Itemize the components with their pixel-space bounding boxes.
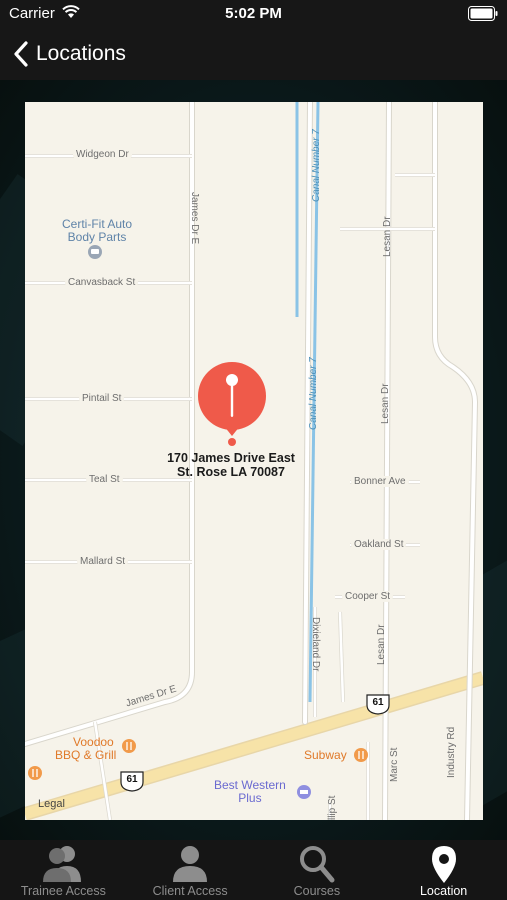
location-pin-icon [431, 846, 456, 883]
pin-address-line1: 170 James Drive East [167, 451, 295, 465]
tab-bar: Trainee Access Client Access Courses Loc… [0, 840, 507, 900]
user-icon [173, 846, 208, 882]
tab-trainee-access-label: Trainee Access [20, 884, 106, 898]
highway-61-number: 61 [372, 697, 384, 708]
street-label-teal: Teal St [86, 474, 123, 485]
chevron-left-icon [14, 41, 28, 67]
status-bar: Carrier 5:02 PM [0, 0, 507, 28]
poi-subway[interactable]: Subway [304, 749, 347, 762]
street-label-mallard: Mallard St [77, 556, 129, 567]
tab-location[interactable]: Location [380, 840, 507, 900]
street-label-lesan-top: Lesan Dr [382, 216, 393, 257]
street-label-james-vertical: James Dr E [189, 192, 200, 245]
street-label-lesan-bottom: Lesan Dr [376, 624, 387, 665]
users-icon [43, 846, 82, 882]
navigation-bar: Locations [0, 28, 507, 80]
restaurant-icon [122, 739, 136, 753]
street-label-canvasback: Canvasback St [65, 277, 139, 288]
poi-certifit[interactable]: Certi-Fit Auto Body Parts [52, 218, 142, 244]
map-view[interactable]: Widgeon Dr Canvasback St Pintail St Teal… [25, 102, 483, 820]
street-label-industry: Industry Rd [446, 726, 457, 778]
restaurant-icon [28, 766, 42, 780]
canal-label-top: Canal Number 7 [311, 129, 322, 202]
back-button[interactable]: Locations [12, 38, 126, 70]
legal-link[interactable]: Legal [38, 798, 65, 810]
street-label-cooper: Cooper St [342, 591, 394, 602]
street-label-pintail: Pintail St [79, 393, 125, 404]
street-label-widgeon: Widgeon Dr [73, 149, 132, 160]
highway-61-shield: 61 [120, 770, 144, 792]
tab-trainee-access[interactable]: Trainee Access [0, 840, 127, 900]
street-label-oakland: Oakland St [351, 539, 407, 550]
tab-location-label: Location [419, 884, 468, 898]
canal-label-middle: Canal Number 7 [308, 357, 319, 430]
location-pin-marker[interactable] [197, 362, 267, 448]
poi-voodoo[interactable]: Voodoo BBQ & Grill [55, 736, 116, 762]
street-label-lesan-middle: Lesan Dr [380, 383, 391, 424]
tab-client-access[interactable]: Client Access [127, 840, 254, 900]
street-label-dixieland: Dixieland Dr [310, 617, 321, 672]
poi-voodoo-line2: BBQ & Grill [55, 748, 117, 762]
pin-address: 170 James Drive East St. Rose LA 70087 [125, 451, 337, 479]
status-time: 5:02 PM [225, 5, 282, 22]
page-title: Locations [36, 42, 126, 65]
street-label-phillip: llip St [327, 795, 338, 820]
pin-address-line2: St. Rose LA 70087 [177, 465, 285, 479]
street-label-bonner: Bonner Ave [351, 476, 409, 487]
poi-best-western[interactable]: Best Western Plus [214, 779, 286, 805]
search-icon [299, 846, 335, 883]
tab-client-access-label: Client Access [152, 884, 228, 898]
tab-courses[interactable]: Courses [254, 840, 381, 900]
highway-61-number: 61 [126, 774, 138, 785]
restaurant-icon [354, 748, 368, 762]
battery-icon [468, 6, 498, 21]
highway-61-shield: 61 [366, 693, 390, 715]
tab-courses-label: Courses [293, 884, 341, 898]
poi-best-western-line2: Plus [238, 791, 262, 805]
street-label-marc: Marc St [389, 747, 400, 782]
